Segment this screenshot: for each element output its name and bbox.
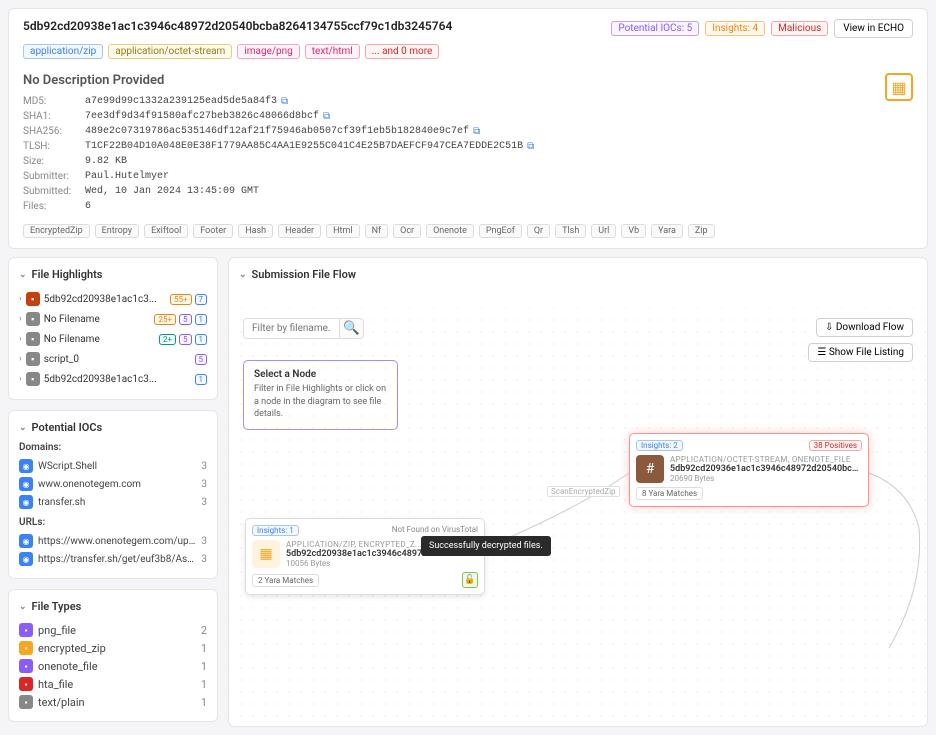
tag-text-html[interactable]: text/html — [305, 44, 360, 59]
analysis-tag[interactable]: Hash — [238, 224, 273, 238]
file-icon: ▪ — [26, 352, 40, 366]
flow-node-onenote[interactable]: Insights: 2 38 Positives # APPLICATION/O… — [629, 433, 869, 507]
file-highlight-row[interactable]: ›▪script_05 — [19, 349, 207, 369]
analysis-tag[interactable]: Vb — [621, 224, 646, 238]
ioc-row[interactable]: ◉WScript.Shell3 — [19, 457, 207, 475]
onenote-icon: # — [636, 455, 664, 483]
chevron-right-icon: › — [19, 374, 22, 384]
tag-more[interactable]: ... and 0 more — [365, 44, 440, 59]
filter-search: 🔍 — [243, 318, 364, 339]
analysis-tag[interactable]: Ocr — [393, 224, 421, 238]
file-types-title[interactable]: ⌄File Types — [19, 600, 207, 613]
tag-image-png[interactable]: image/png — [237, 44, 299, 59]
filter-input[interactable] — [244, 319, 339, 338]
submission-file-flow-panel: ⌄Submission File Flow 🔍 ⇩ Download Flow … — [228, 257, 928, 727]
tag-application-zip[interactable]: application/zip — [23, 44, 103, 59]
flow-canvas[interactable]: 🔍 ⇩ Download Flow ☰ Show File Listing Se… — [229, 308, 927, 726]
flow-title[interactable]: ⌄Submission File Flow — [239, 268, 356, 281]
file-icon: ▪ — [26, 292, 40, 306]
analysis-tag[interactable]: Onenote — [426, 224, 474, 238]
globe-icon: ◉ — [19, 459, 33, 473]
chevron-down-icon: ⌄ — [19, 602, 27, 612]
file-highlight-row[interactable]: ›▪5db92cd20938e1ac1c3...55+7 — [19, 289, 207, 309]
analysis-tag[interactable]: Entropy — [95, 224, 139, 238]
copy-icon[interactable]: ⧉ — [527, 141, 534, 152]
analysis-tags-row: EncryptedZip Entropy Exiftool Footer Hash Hea… — [23, 224, 913, 238]
description-title: No Description Provided — [23, 73, 534, 88]
file-type-row[interactable]: ▪encrypted_zip1 — [19, 639, 207, 657]
file-highlights-panel: ⌄File Highlights ›▪5db92cd20938e1ac1c3..… — [8, 257, 218, 400]
chevron-right-icon: › — [19, 354, 22, 364]
copy-icon[interactable]: ⧉ — [323, 111, 330, 122]
file-highlights-title[interactable]: ⌄File Highlights — [19, 268, 207, 281]
analysis-tag[interactable]: Exiftool — [144, 224, 188, 238]
ioc-row[interactable]: ◉https://www.onenotegem.com/uploads/soft… — [19, 532, 207, 550]
file-icon: ▪ — [26, 332, 40, 346]
search-button[interactable]: 🔍 — [339, 319, 363, 338]
metadata-table: MD5:a7e99d99c1332a239125ead5de5a84f3⧉ SH… — [23, 94, 534, 214]
chevron-right-icon: › — [19, 294, 22, 304]
analysis-tag[interactable]: Url — [591, 224, 616, 238]
zip-icon: ▦ — [252, 540, 280, 568]
file-highlight-row[interactable]: ›▪No Filename2+51 — [19, 329, 207, 349]
chevron-down-icon: ⌄ — [19, 423, 27, 433]
file-icon: ▪ — [26, 372, 40, 386]
copy-icon[interactable]: ⧉ — [473, 126, 480, 137]
chevron-down-icon: ⌄ — [19, 270, 27, 280]
filetype-icon: ▪ — [19, 659, 33, 673]
filetype-icon: ▪ — [19, 695, 33, 709]
analysis-tag[interactable]: Header — [278, 224, 321, 238]
globe-icon: ◉ — [19, 477, 33, 491]
file-type-row[interactable]: ▪png_file2 — [19, 621, 207, 639]
decrypt-success-icon[interactable]: 🔓 — [462, 572, 478, 588]
file-header: 5db92cd20938e1ac1c3946c48972d20540bcba82… — [8, 8, 928, 249]
download-flow-button[interactable]: ⇩ Download Flow — [816, 318, 913, 337]
analysis-tag[interactable]: Yara — [651, 224, 683, 238]
filetype-icon: ▪ — [19, 677, 33, 691]
edge-label: ScanEncryptedZip — [547, 486, 620, 497]
globe-icon: ◉ — [19, 534, 33, 548]
globe-icon: ◉ — [19, 552, 33, 566]
ioc-row[interactable]: ◉www.onenotegem.com3 — [19, 475, 207, 493]
filetype-icon: ▪ — [19, 623, 33, 637]
file-types-panel: ⌄File Types ▪png_file2▪encrypted_zip1▪on… — [8, 589, 218, 722]
chevron-right-icon: › — [19, 334, 22, 344]
file-highlight-row[interactable]: ›▪5db92cd20938e1ac1c3...1 — [19, 369, 207, 389]
analysis-tag[interactable]: Zip — [688, 224, 715, 238]
ioc-row[interactable]: ◉https://transfer.sh/get/euf3b8/AsyncCli… — [19, 550, 207, 568]
file-type-row[interactable]: ▪hta_file1 — [19, 675, 207, 693]
chevron-right-icon: › — [19, 314, 22, 324]
analysis-tag[interactable]: Html — [326, 224, 359, 238]
show-file-listing-button[interactable]: ☰ Show File Listing — [808, 343, 913, 362]
flow-node-zip[interactable]: Insights: 1 Not Found on VirusTotal ▦ AP… — [245, 518, 485, 595]
file-icon: ▪ — [26, 312, 40, 326]
analysis-tag[interactable]: PngEof — [479, 224, 522, 238]
potential-iocs-panel: ⌄Potential IOCs Domains: ◉WScript.Shell3… — [8, 410, 218, 579]
file-highlight-row[interactable]: ›▪No Filename25+51 — [19, 309, 207, 329]
file-type-icon: ▦ — [885, 73, 913, 101]
filetype-icon: ▪ — [19, 641, 33, 655]
file-hash-title: 5db92cd20938e1ac1c3946c48972d20540bcba82… — [23, 19, 452, 33]
ioc-row[interactable]: ◉transfer.sh3 — [19, 493, 207, 511]
globe-icon: ◉ — [19, 495, 33, 509]
potential-iocs-title[interactable]: ⌄Potential IOCs — [19, 421, 207, 434]
chevron-down-icon: ⌄ — [239, 270, 247, 280]
analysis-tag[interactable]: Nf — [365, 224, 389, 238]
decrypt-tooltip: Successfully decrypted files. — [421, 536, 551, 556]
analysis-tag[interactable]: Footer — [193, 224, 233, 238]
potential-iocs-badge[interactable]: Potential IOCs: 5 — [611, 21, 699, 36]
analysis-tag[interactable]: Qr — [527, 224, 550, 238]
copy-icon[interactable]: ⧉ — [281, 96, 288, 107]
tag-application-octet[interactable]: application/octet-stream — [108, 44, 232, 59]
view-in-echo-button[interactable]: View in ECHO — [834, 19, 913, 38]
file-type-row[interactable]: ▪onenote_file1 — [19, 657, 207, 675]
analysis-tag[interactable]: Tlsh — [555, 224, 586, 238]
select-node-hint: Select a Node Filter in File Highlights … — [243, 360, 398, 430]
analysis-tag[interactable]: EncryptedZip — [23, 224, 90, 238]
malicious-badge[interactable]: Malicious — [771, 21, 828, 36]
insights-badge[interactable]: Insights: 4 — [705, 21, 765, 36]
